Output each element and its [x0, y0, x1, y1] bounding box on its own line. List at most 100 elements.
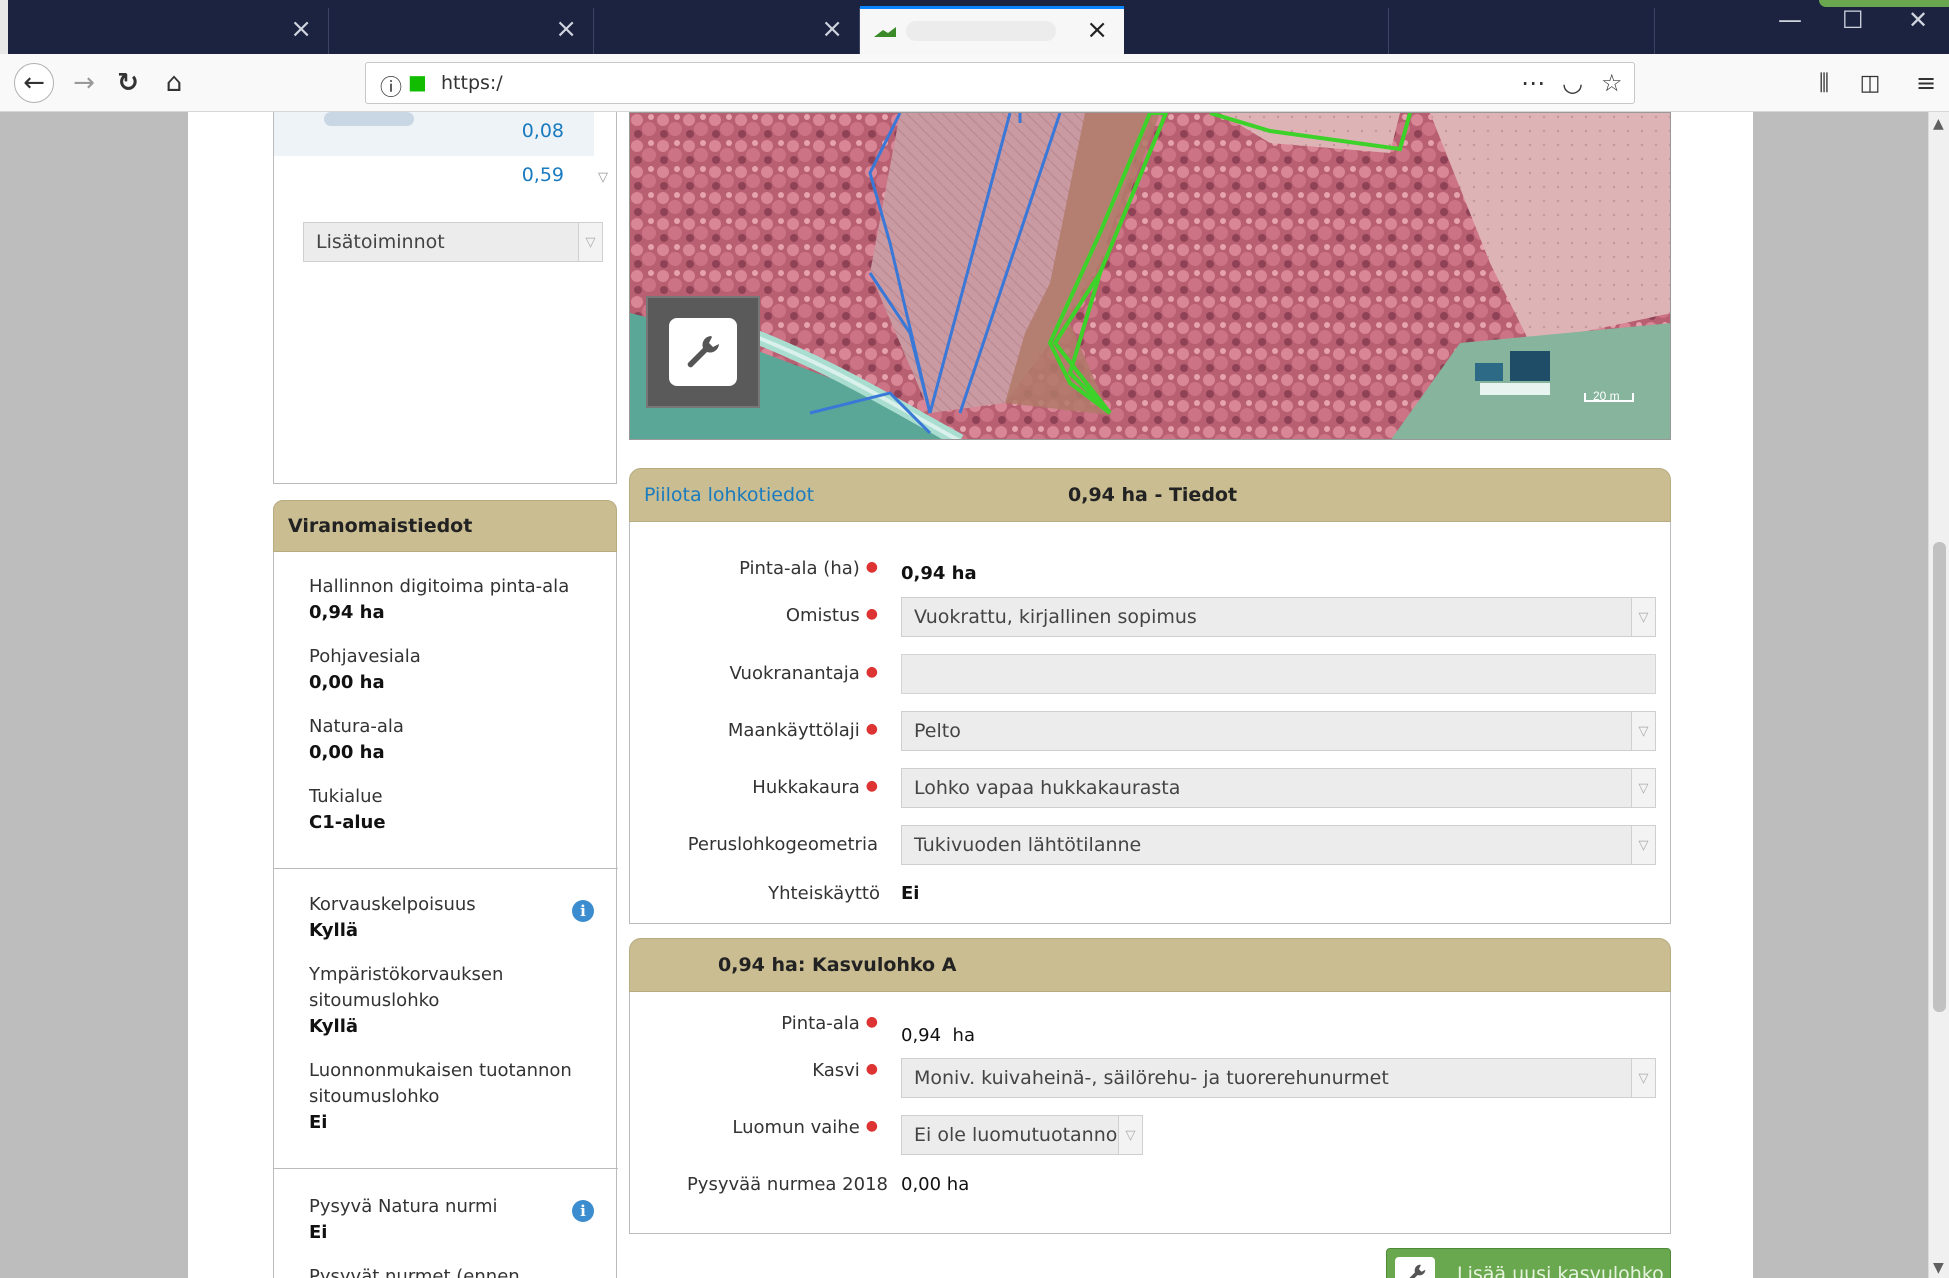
browser-tab-6[interactable]	[1389, 8, 1655, 54]
authority-item-label: Pysyvä Natura nurmi	[309, 1196, 498, 1217]
wild-oat-select-value: Lohko vapaa hukkakaurasta	[914, 777, 1181, 799]
tab-close-icon[interactable]: ×	[555, 16, 577, 42]
authority-item-value: Kyllä	[309, 1016, 359, 1037]
tab-close-icon[interactable]: ×	[290, 16, 312, 42]
forward-icon[interactable]: →	[64, 63, 104, 103]
library-icon[interactable]: ⫼	[1804, 63, 1844, 103]
browser-tab-3[interactable]: ×	[594, 8, 860, 54]
chevron-down-icon[interactable]: ▽	[598, 170, 608, 185]
pocket-icon[interactable]: ◡	[1562, 69, 1583, 97]
landuse-select-value: Pelto	[914, 720, 961, 742]
authority-item-value: C1-alue	[309, 812, 386, 833]
home-icon[interactable]: ⌂	[154, 63, 194, 103]
required-marker: ●	[865, 1061, 878, 1077]
window-accent	[1819, 0, 1949, 7]
crop-area-value: 0,94 ha	[901, 1025, 975, 1046]
crop-area-number: 0,94	[901, 1025, 942, 1046]
authority-item-label: Natura-ala	[309, 716, 404, 737]
geometry-select[interactable]: Tukivuoden lähtötilanne ▽	[901, 825, 1656, 865]
crop-label-text: Kasvi	[812, 1060, 860, 1081]
aerial-map[interactable]: 20 m	[629, 112, 1671, 440]
authority-item-value: Ei	[309, 1222, 328, 1243]
chevron-down-icon[interactable]: ▽	[1631, 598, 1655, 636]
tab-close-icon[interactable]: ×	[1086, 17, 1108, 43]
crop-area-label-text: Pinta-ala	[781, 1013, 860, 1034]
chevron-down-icon[interactable]: ▽	[578, 223, 602, 261]
site-favicon-icon	[874, 27, 896, 37]
authority-item: Natura-ala 0,00 ha	[309, 714, 579, 766]
url-text[interactable]: https:/	[441, 72, 503, 94]
authority-item: Luonnonmukaisen tuotannon sitoumuslohko …	[309, 1058, 579, 1136]
lessor-label-text: Vuokranantaja	[729, 663, 860, 684]
actions-select[interactable]: Lisätoiminnot ▽	[303, 222, 603, 262]
chevron-down-icon[interactable]: ▽	[1631, 1059, 1655, 1097]
required-marker: ●	[865, 559, 878, 575]
wild-oat-select[interactable]: Lohko vapaa hukkakaurasta ▽	[901, 768, 1656, 808]
sidebar-icon[interactable]: ◫	[1850, 63, 1890, 103]
shared-use-value: Ei	[901, 883, 920, 904]
details-panel-header: Piilota lohkotiedot 0,94 ha - Tiedot	[629, 468, 1671, 522]
required-marker: ●	[865, 664, 878, 680]
page-scrollbar[interactable]: ▲ ▼	[1928, 112, 1949, 1278]
lessor-input[interactable]	[901, 654, 1656, 694]
divider	[274, 868, 618, 869]
authority-item-label: Pohjavesiala	[309, 646, 421, 667]
authority-item-label: Pysyvät nurmet (ennen	[309, 1266, 520, 1278]
bookmark-star-icon[interactable]: ☆	[1601, 69, 1623, 97]
parcel-list-panel: 0,08 0,59 ▽ Lisätoiminnot ▽	[273, 112, 617, 484]
address-bar[interactable]: ⓘ ■ https:/ ⋯ ◡ ☆	[365, 62, 1635, 104]
chevron-down-icon[interactable]: ▽	[1631, 712, 1655, 750]
lock-icon[interactable]: ■	[408, 70, 427, 94]
chevron-down-icon[interactable]: ▽	[1631, 826, 1655, 864]
hide-parcel-info-link[interactable]: Piilota lohkotiedot	[644, 484, 814, 506]
page-gutter-right	[1753, 112, 1928, 1278]
landuse-select[interactable]: Pelto ▽	[901, 711, 1656, 751]
details-panel-title: 0,94 ha - Tiedot	[1068, 484, 1238, 506]
authority-panel-title: Viranomaistiedot	[288, 515, 473, 537]
ownership-select-value: Vuokrattu, kirjallinen sopimus	[914, 606, 1197, 628]
chevron-down-icon[interactable]: ▽	[1118, 1116, 1142, 1154]
ownership-label-text: Omistus	[785, 605, 860, 626]
browser-tab-5[interactable]	[1124, 8, 1389, 54]
reload-icon[interactable]: ↻	[108, 63, 148, 103]
ownership-label: Omistus ●	[578, 605, 878, 626]
browser-tab-active[interactable]: ×	[860, 6, 1124, 54]
authority-item-value: 0,00 ha	[309, 742, 385, 763]
list-scrollbar[interactable]: ▽	[596, 112, 614, 202]
menu-icon[interactable]: ≡	[1906, 63, 1946, 103]
authority-panel-body: Hallinnon digitoima pinta-ala 0,94 ha Po…	[273, 552, 618, 1278]
authority-item: Pohjavesiala 0,00 ha	[309, 644, 579, 696]
wrench-icon	[687, 336, 719, 368]
more-icon[interactable]: ⋯	[1521, 69, 1545, 97]
wild-oat-label: Hukkakaura ●	[578, 777, 878, 798]
browser-tab-2[interactable]: ×	[329, 8, 594, 54]
map-tools-button[interactable]	[646, 296, 760, 408]
chevron-down-icon[interactable]: ▽	[1631, 769, 1655, 807]
authority-panel-header: Viranomaistiedot	[273, 500, 617, 552]
browser-tab-1[interactable]: ×	[62, 8, 329, 54]
tab-close-icon[interactable]: ×	[821, 16, 843, 42]
geometry-select-value: Tukivuoden lähtötilanne	[914, 834, 1142, 856]
authority-item-label: Luonnonmukaisen tuotannon sitoumuslohko	[309, 1060, 572, 1107]
window-close-icon[interactable]: ✕	[1908, 6, 1928, 34]
scrollbar-thumb[interactable]	[1933, 542, 1946, 1012]
map-scale-label: 20 m	[1593, 389, 1620, 403]
back-icon[interactable]: ←	[14, 63, 54, 103]
organic-phase-select[interactable]: Ei ole luomutuotannos ▽	[901, 1115, 1143, 1155]
area-label: Pinta-ala (ha) ●	[578, 558, 878, 579]
ownership-select[interactable]: Vuokrattu, kirjallinen sopimus ▽	[901, 597, 1656, 637]
maximize-icon[interactable]: ☐	[1842, 6, 1864, 34]
list-item[interactable]: 0,59	[274, 156, 594, 200]
crop-select[interactable]: Moniv. kuivaheinä-, säilörehu- ja tuorer…	[901, 1058, 1656, 1098]
add-crop-parcel-button[interactable]: Lisää uusi kasvulohko	[1386, 1248, 1671, 1278]
scroll-down-icon[interactable]: ▼	[1933, 1260, 1944, 1276]
info-icon[interactable]: ⓘ	[380, 70, 402, 102]
authority-item-label: Tukialue	[309, 786, 383, 807]
minimize-icon[interactable]: —	[1778, 6, 1802, 34]
authority-item-value: 0,00 ha	[309, 672, 385, 693]
scroll-up-icon[interactable]: ▲	[1933, 116, 1944, 132]
list-item[interactable]: 0,08	[274, 112, 594, 156]
info-icon[interactable]: i	[572, 1200, 594, 1222]
wild-oat-label-text: Hukkakaura	[752, 777, 860, 798]
authority-item: Tukialue C1-alue	[309, 784, 579, 836]
